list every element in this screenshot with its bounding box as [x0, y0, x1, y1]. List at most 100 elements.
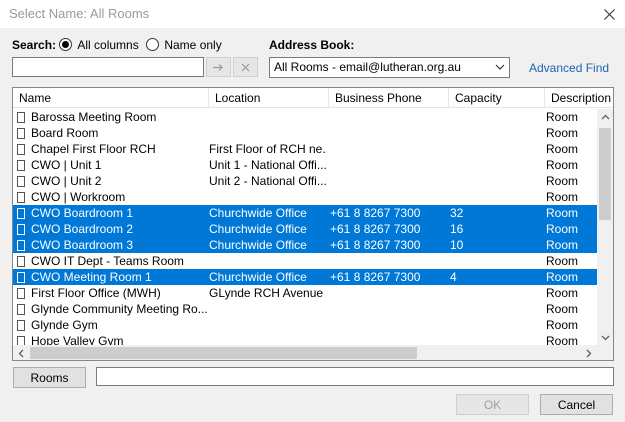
- col-header-name[interactable]: Name: [13, 88, 209, 108]
- radio-all-columns-label: All columns: [77, 38, 139, 52]
- room-entry-icon: [17, 192, 25, 203]
- rooms-button[interactable]: Rooms: [13, 367, 86, 388]
- ok-button[interactable]: OK: [456, 394, 529, 415]
- go-button[interactable]: [206, 57, 231, 77]
- address-book-label: Address Book:: [269, 38, 355, 52]
- cell-location: Unit 2 - National Offi...: [209, 174, 327, 188]
- scrollbar-corner: [597, 345, 613, 360]
- search-input[interactable]: [12, 57, 204, 77]
- cell-name: Chapel First Floor RCH: [31, 142, 156, 156]
- chevron-left-icon: [18, 349, 24, 357]
- horizontal-scroll-thumb[interactable]: [30, 347, 417, 359]
- cell-location: First Floor of RCH ne...: [209, 142, 327, 156]
- cell-business-phone: +61 8 8267 7300: [330, 270, 421, 284]
- table-row[interactable]: CWO IT Dept - Teams Room Room: [13, 253, 597, 269]
- chevron-down-icon: [495, 64, 505, 70]
- col-header-description[interactable]: Description: [545, 88, 613, 108]
- list-rows: Barossa Meeting Room Room Board Room Room Ch…: [13, 109, 597, 349]
- cell-name: CWO Boardroom 2: [31, 222, 134, 236]
- clear-search-button[interactable]: [233, 57, 258, 77]
- radio-name-only-label: Name only: [164, 38, 222, 52]
- table-row[interactable]: Board Room Room: [13, 125, 597, 141]
- table-row[interactable]: CWO Boardroom 1 Churchwide Office +61 8 82…: [13, 205, 597, 221]
- cell-name: CWO | Workroom: [31, 190, 126, 204]
- cell-name: Glynde Gym: [31, 318, 98, 332]
- table-row[interactable]: CWO Meeting Room 1 Churchwide Office +61 8…: [13, 269, 597, 285]
- cell-description: Room: [546, 126, 579, 140]
- table-row[interactable]: Barossa Meeting Room Room: [13, 109, 597, 125]
- address-book-value: All Rooms - email@lutheran.org.au: [274, 60, 461, 74]
- cell-capacity: 32: [450, 206, 464, 220]
- close-button[interactable]: [593, 0, 625, 28]
- cell-name: CWO | Unit 1: [31, 158, 102, 172]
- table-row[interactable]: Glynde Community Meeting Ro... Room: [13, 301, 597, 317]
- room-entry-icon: [17, 256, 25, 267]
- scroll-up-button[interactable]: [597, 109, 613, 125]
- room-entry-icon: [17, 304, 25, 315]
- col-header-business-phone[interactable]: Business Phone: [329, 88, 449, 108]
- chevron-down-icon: [601, 335, 609, 341]
- vertical-scrollbar[interactable]: [597, 109, 613, 346]
- radio-name-only-indicator[interactable]: [146, 38, 159, 51]
- room-entry-icon: [17, 144, 25, 155]
- advanced-find-link[interactable]: Advanced Find: [529, 61, 609, 75]
- cell-location: Churchwide Office: [209, 206, 307, 220]
- horizontal-scrollbar[interactable]: [13, 345, 597, 360]
- room-entry-icon: [17, 288, 25, 299]
- col-header-capacity[interactable]: Capacity: [449, 88, 545, 108]
- scroll-left-button[interactable]: [13, 345, 29, 360]
- table-row[interactable]: CWO Boardroom 2 Churchwide Office +61 8 82…: [13, 221, 597, 237]
- cancel-button[interactable]: Cancel: [540, 394, 613, 415]
- room-entry-icon: [17, 160, 25, 171]
- scroll-down-button[interactable]: [597, 330, 613, 346]
- title-bar: Select Name: All Rooms: [0, 0, 625, 28]
- list-header: Name Location Business Phone Capacity De…: [13, 88, 613, 108]
- cell-business-phone: +61 8 8267 7300: [330, 206, 421, 220]
- window-title: Select Name: All Rooms: [9, 6, 150, 21]
- cell-name: Board Room: [31, 126, 99, 140]
- cell-location: GLynde RCH Avenue ...: [209, 286, 327, 300]
- cell-capacity: 10: [450, 238, 464, 252]
- cell-name: Barossa Meeting Room: [31, 110, 157, 124]
- x-icon: [241, 63, 250, 71]
- cell-description: Room: [546, 302, 579, 316]
- cell-description: Room: [546, 318, 579, 332]
- table-row[interactable]: Glynde Gym Room: [13, 317, 597, 333]
- chevron-right-icon: [586, 349, 592, 357]
- room-entry-icon: [17, 128, 25, 139]
- cell-name: CWO IT Dept - Teams Room: [31, 254, 184, 268]
- table-row[interactable]: First Floor Office (MWH) GLynde RCH Avenu…: [13, 285, 597, 301]
- cell-description: Room: [546, 158, 579, 172]
- cell-name: First Floor Office (MWH): [31, 286, 161, 300]
- scroll-right-button[interactable]: [581, 345, 597, 360]
- search-label: Search:: [12, 38, 57, 52]
- cell-capacity: 16: [450, 222, 464, 236]
- rooms-list[interactable]: Name Location Business Phone Capacity De…: [12, 87, 614, 361]
- radio-name-only[interactable]: Name only: [146, 38, 222, 52]
- cell-name: Glynde Community Meeting Ro...: [31, 302, 207, 316]
- radio-all-columns[interactable]: All columns: [59, 38, 139, 52]
- room-entry-icon: [17, 176, 25, 187]
- table-row[interactable]: CWO | Unit 2 Unit 2 - National Offi... Roo…: [13, 173, 597, 189]
- table-row[interactable]: CWO | Unit 1 Unit 1 - National Offi... Roo…: [13, 157, 597, 173]
- cell-description: Room: [546, 190, 579, 204]
- room-entry-icon: [17, 224, 25, 235]
- close-icon: [603, 8, 615, 20]
- cell-description: Room: [546, 174, 579, 188]
- cell-description: Room: [546, 254, 579, 268]
- room-entry-icon: [17, 320, 25, 331]
- table-row[interactable]: CWO Boardroom 3 Churchwide Office +61 8 82…: [13, 237, 597, 253]
- room-entry-icon: [17, 112, 25, 123]
- cell-location: Unit 1 - National Offi...: [209, 158, 327, 172]
- cell-name: CWO | Unit 2: [31, 174, 102, 188]
- radio-all-columns-indicator[interactable]: [59, 38, 72, 51]
- address-book-select[interactable]: All Rooms - email@lutheran.org.au: [269, 57, 510, 78]
- rooms-field[interactable]: [96, 367, 614, 386]
- cell-business-phone: +61 8 8267 7300: [330, 238, 421, 252]
- room-entry-icon: [17, 208, 25, 219]
- vertical-scroll-thumb[interactable]: [599, 128, 611, 220]
- room-entry-icon: [17, 240, 25, 251]
- col-header-location[interactable]: Location: [209, 88, 329, 108]
- table-row[interactable]: CWO | Workroom Room: [13, 189, 597, 205]
- table-row[interactable]: Chapel First Floor RCH First Floor of RCH…: [13, 141, 597, 157]
